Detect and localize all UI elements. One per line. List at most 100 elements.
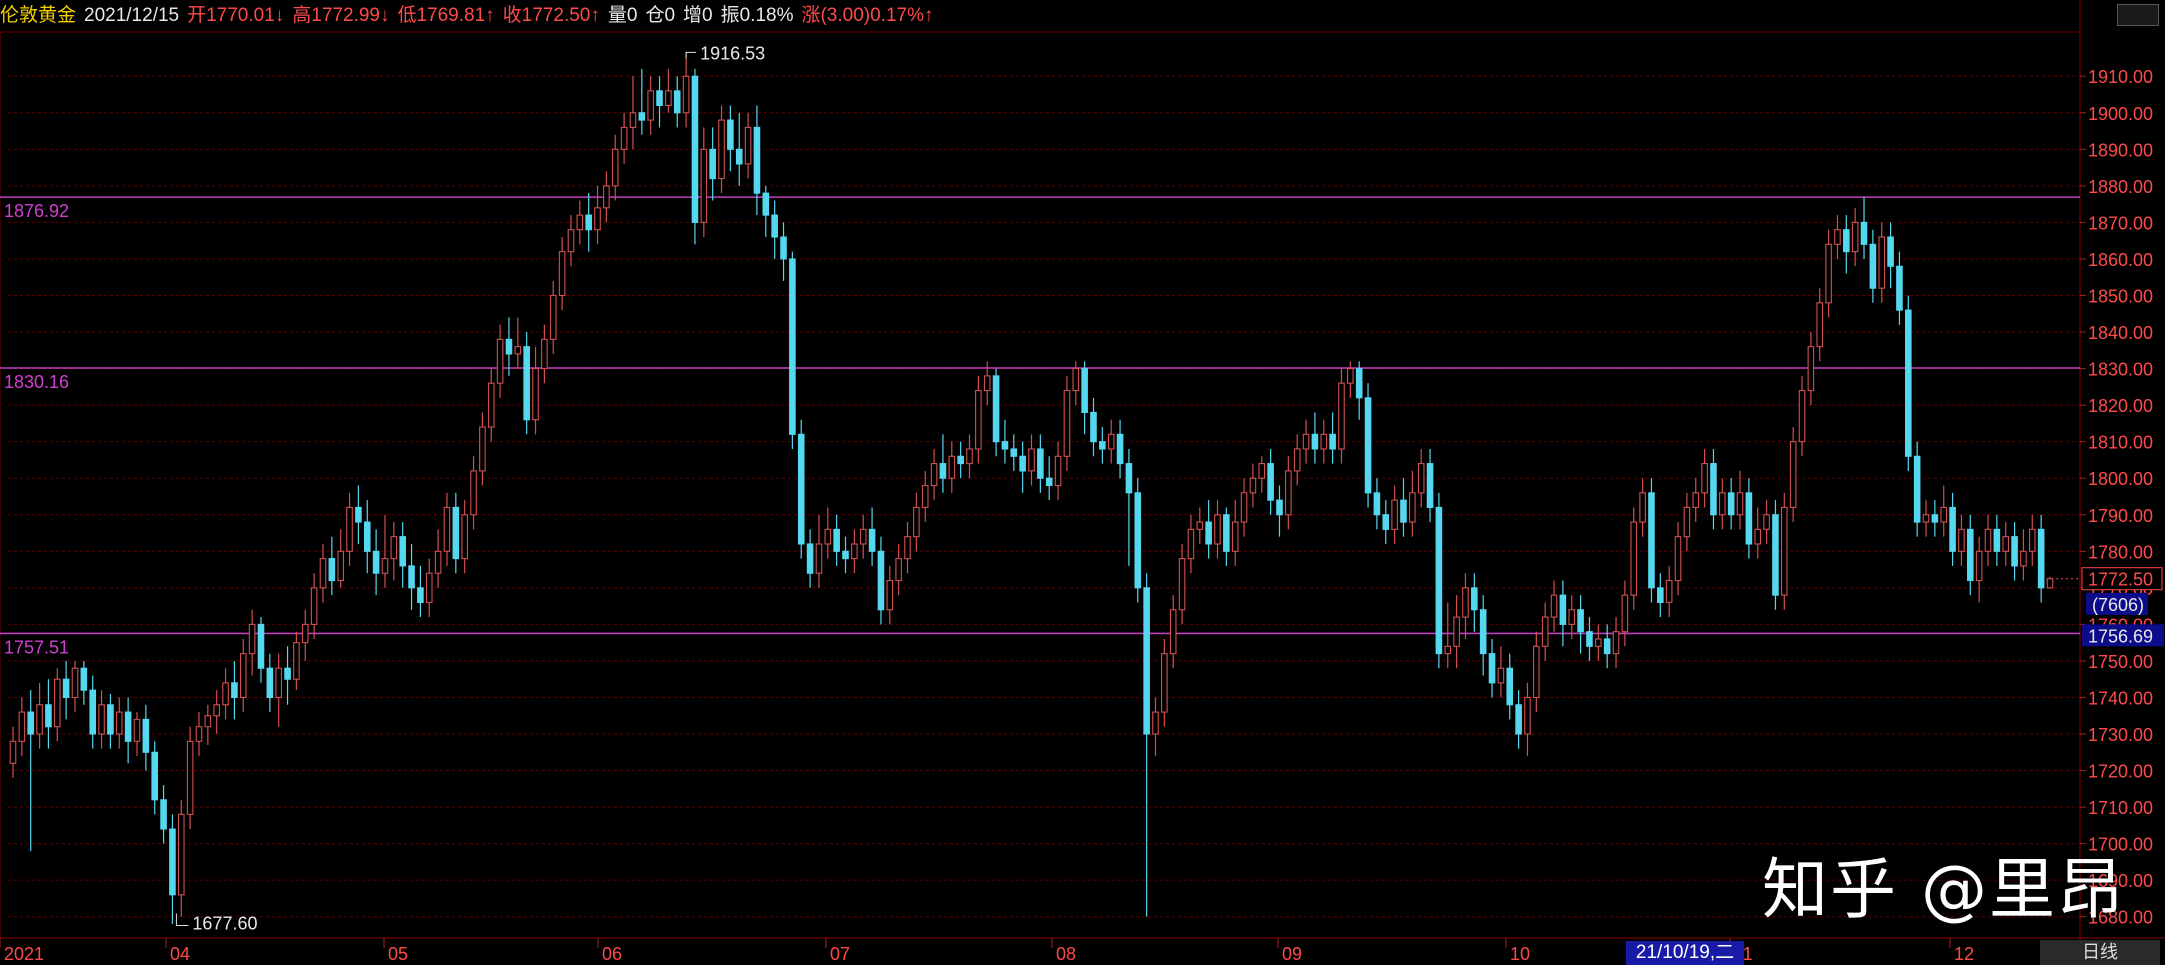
candle-down (1913, 455, 1921, 523)
candle-down (868, 528, 876, 552)
y-tick-label: 1730.00 (2088, 725, 2153, 745)
candle-up (1028, 448, 1035, 472)
increase: 增0 (683, 5, 713, 26)
candle-up (1497, 667, 1505, 684)
level-label: 1876.92 (4, 201, 69, 221)
x-tick-label: 08 (1056, 944, 1076, 964)
candle-down (1355, 368, 1363, 399)
candle-up (1417, 463, 1425, 494)
high-annotation: 1916.53 (700, 43, 765, 63)
candle-up (1595, 638, 1602, 647)
candle-up (1683, 506, 1691, 538)
candle-down (1772, 514, 1779, 596)
candle-down (1125, 463, 1133, 494)
candle-up (1293, 448, 1301, 472)
candle-down (1479, 609, 1487, 655)
candle-up (975, 389, 982, 450)
candle-up (1240, 492, 1248, 523)
candle-down (1329, 433, 1336, 450)
candle-up (620, 126, 628, 150)
candle-down (505, 338, 513, 355)
candle-down (1905, 309, 1912, 457)
candle-up (1249, 477, 1257, 494)
candle-up (1719, 492, 1726, 516)
candle-down (833, 528, 840, 552)
candle-up (1453, 616, 1460, 647)
candle-up (948, 455, 956, 479)
candle-up (1187, 528, 1195, 560)
candle-down (1949, 506, 1956, 552)
quote-header: 伦敦黄金 2021/12/15 开1770.01↓ 高1772.99↓ 低1769.81… (0, 0, 2080, 32)
x-tick-label: 06 (602, 944, 622, 964)
candle-up (921, 484, 929, 508)
candle-up (1621, 594, 1629, 633)
candle-up (1878, 236, 1886, 289)
close-price: 收1772.50↑ (502, 5, 600, 26)
symbol-name: 伦敦黄金 (0, 5, 77, 26)
candle-up (470, 470, 477, 516)
candle-down (1843, 229, 1850, 253)
y-tick-label: 1800.00 (2088, 469, 2153, 489)
candle-up (1161, 653, 1168, 713)
candle-up (1533, 645, 1540, 699)
candle-up (594, 207, 601, 231)
y-tick-label: 1850.00 (2088, 286, 2153, 306)
candle-up (1825, 243, 1832, 304)
candle-up (1639, 492, 1646, 523)
candle-up (487, 382, 495, 428)
candle-up (2002, 536, 2010, 552)
level-label: 1830.16 (4, 372, 69, 392)
candle-up (133, 718, 141, 742)
y-tick-label: 1860.00 (2088, 250, 2153, 270)
candle-up (239, 653, 247, 699)
candle-down (1745, 492, 1753, 545)
candle-up (886, 579, 894, 611)
candle-up (319, 558, 327, 589)
candle-up (195, 726, 203, 742)
candle-down (355, 506, 362, 523)
open-price: 开1770.01↓ (187, 5, 285, 26)
candle-up (177, 813, 185, 896)
candle-down (1506, 667, 1514, 706)
candle-up (1568, 609, 1576, 625)
candle-down (656, 90, 663, 107)
candle-down (762, 192, 770, 216)
candle-up (1444, 645, 1452, 655)
candle-up (514, 346, 522, 355)
candle-down (992, 375, 1000, 443)
candlestick-chart[interactable]: 1876.92 1830.16 1757.51 1916.53 1677.60 191… (0, 0, 2165, 965)
candle-down (877, 550, 885, 611)
candle-up (895, 558, 902, 582)
watermark: 知乎 @里昂 (1762, 851, 2125, 928)
candle-down (753, 126, 761, 194)
window-control-button[interactable] (2117, 4, 2159, 26)
period-selector[interactable]: 日线 (2040, 940, 2160, 965)
candle-down (1586, 631, 1593, 647)
candle-up (532, 368, 539, 421)
crosshair-price-tag: 1756.69 (2088, 626, 2153, 646)
candle-down (1710, 463, 1717, 516)
candle-up (966, 448, 973, 465)
y-tick-label: 1810.00 (2088, 433, 2153, 453)
y-tick-label: 1900.00 (2088, 104, 2153, 124)
candle-down (160, 799, 167, 830)
candle-down (789, 258, 796, 435)
candle-down (709, 148, 716, 180)
y-tick-label: 1880.00 (2088, 177, 2153, 197)
candle-up (461, 514, 468, 560)
candle-down (1099, 441, 1106, 450)
candle-down (1045, 477, 1053, 487)
candle-up (204, 715, 212, 728)
candle-up (1834, 229, 1841, 245)
candle-down (169, 828, 176, 896)
candle-up (115, 711, 123, 735)
candle-up (629, 112, 637, 128)
candle-down (1931, 514, 1939, 523)
count-tag: (7606) (2092, 595, 2144, 615)
level-label: 1757.51 (4, 637, 69, 657)
candle-down (417, 587, 424, 604)
current-price-tag: 1772.50 (2088, 570, 2153, 590)
candle-up (1922, 514, 1930, 523)
candle-down (1311, 433, 1319, 450)
y-tick-label: 1890.00 (2088, 140, 2153, 160)
